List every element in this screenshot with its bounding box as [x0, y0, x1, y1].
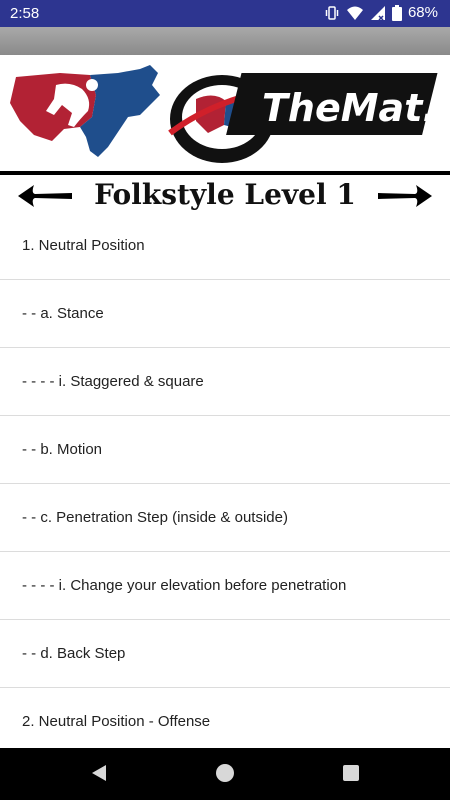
list-item[interactable]: - - c. Penetration Step (inside & outsid… — [0, 484, 450, 552]
list-item[interactable]: - - - - i. Change your elevation before … — [0, 552, 450, 620]
list-item[interactable]: - - d. Back Step — [0, 620, 450, 688]
lesson-list: 1. Neutral Position - - a. Stance - - - … — [0, 212, 450, 756]
back-icon[interactable] — [88, 762, 110, 784]
usa-wrestling-logo: TheMat.com — [10, 65, 450, 163]
logo-text: TheMat.com — [262, 86, 450, 130]
system-nav-bar — [0, 748, 450, 800]
signal-icon — [370, 5, 385, 21]
list-item[interactable]: - - - - i. Staggered & square — [0, 348, 450, 416]
status-time: 2:58 — [10, 5, 40, 22]
home-icon[interactable] — [214, 762, 236, 784]
list-item[interactable]: 1. Neutral Position — [0, 212, 450, 280]
recents-icon[interactable] — [340, 762, 362, 784]
vibrate-icon — [325, 5, 339, 20]
battery-icon — [391, 4, 402, 21]
status-icons: 68% — [324, 4, 438, 21]
arrow-right-icon[interactable] — [376, 183, 436, 209]
banner: TheMat.com — [0, 55, 450, 173]
battery-percent: 68% — [407, 4, 438, 21]
list-item[interactable]: 2. Neutral Position - Offense — [0, 688, 450, 756]
app-toolbar — [0, 27, 450, 55]
status-bar: 2:58 68% — [0, 0, 450, 27]
list-item[interactable]: - - b. Motion — [0, 416, 450, 484]
wifi-icon — [346, 6, 363, 20]
list-item[interactable]: - - a. Stance — [0, 280, 450, 348]
